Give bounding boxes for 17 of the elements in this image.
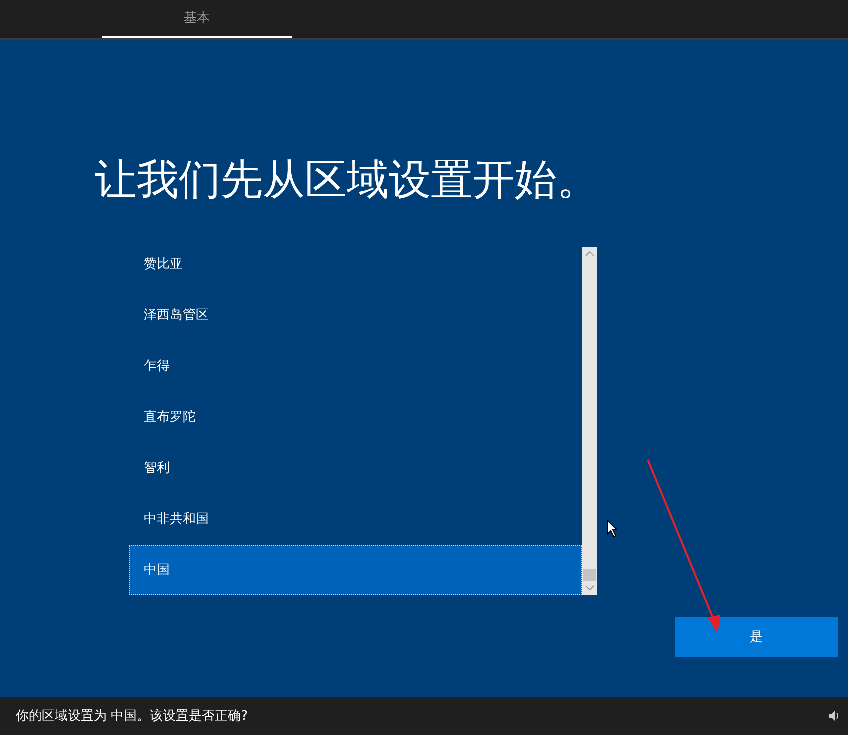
region-list[interactable]: 赞比亚 泽西岛管区 乍得 直布罗陀 智利 中非共和国 中国 xyxy=(129,247,597,595)
region-item[interactable]: 中国 xyxy=(129,545,582,595)
scroll-down-icon[interactable] xyxy=(584,585,594,591)
scroll-up-icon[interactable] xyxy=(584,251,594,257)
scrollbar[interactable] xyxy=(582,247,597,595)
status-message: 你的区域设置为 中国。该设置是否正确? xyxy=(16,708,248,725)
region-item[interactable]: 乍得 xyxy=(129,341,582,391)
region-item[interactable]: 智利 xyxy=(129,443,582,493)
speaker-icon[interactable] xyxy=(828,710,840,722)
yes-button[interactable]: 是 xyxy=(675,617,838,657)
region-item[interactable]: 泽西岛管区 xyxy=(129,290,582,340)
page-heading: 让我们先从区域设置开始。 xyxy=(95,154,600,206)
scroll-thumb[interactable] xyxy=(583,569,596,581)
region-item[interactable]: 直布罗陀 xyxy=(129,392,582,442)
region-item[interactable]: 中非共和国 xyxy=(129,494,582,544)
region-item[interactable]: 赞比亚 xyxy=(129,247,582,289)
mouse-cursor-icon xyxy=(607,520,619,538)
